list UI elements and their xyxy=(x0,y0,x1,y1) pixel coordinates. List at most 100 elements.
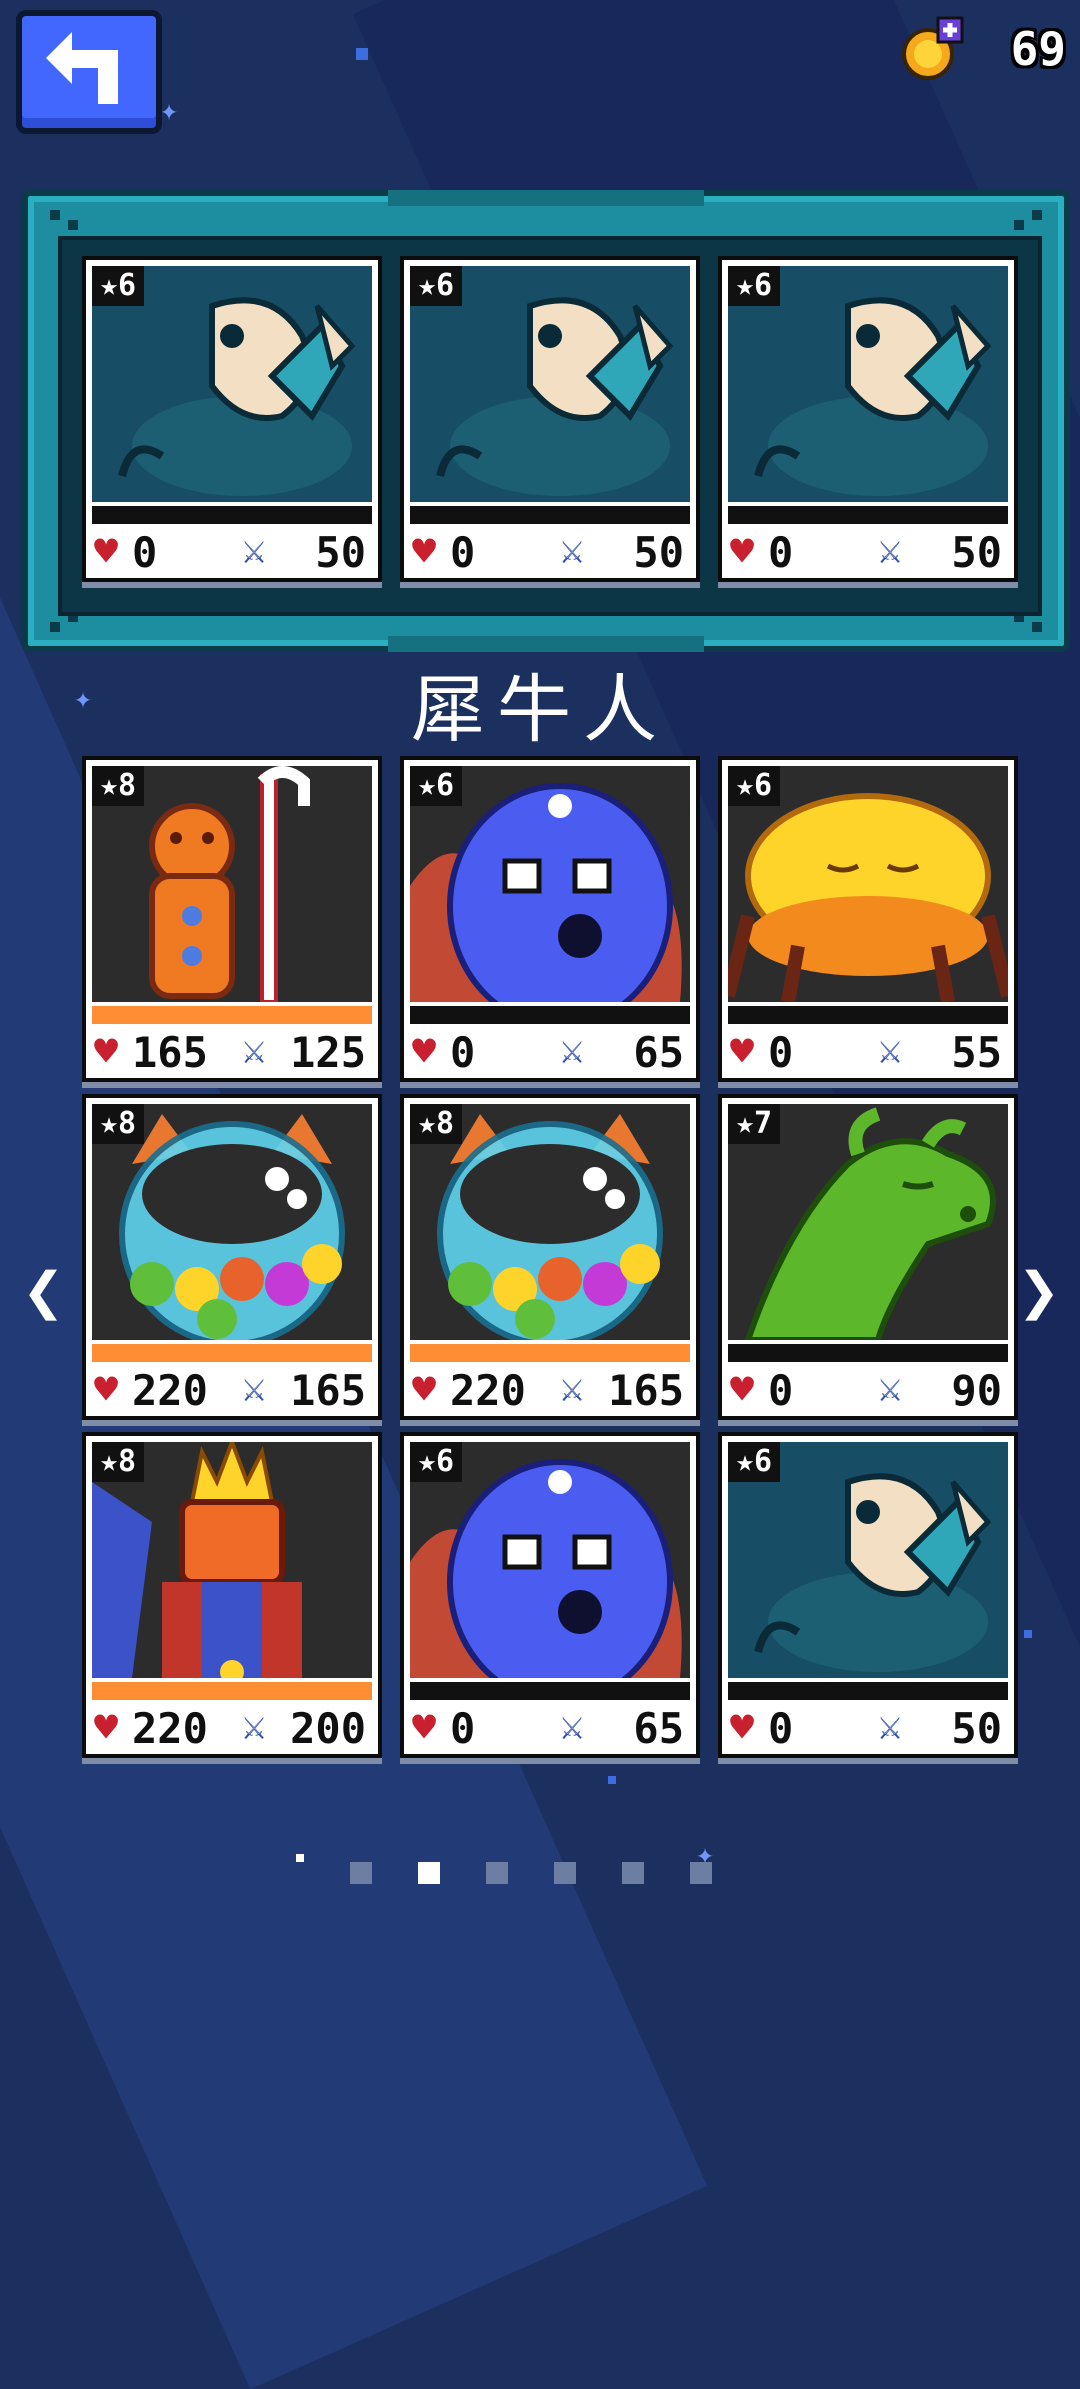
star-level-badge: ★6 xyxy=(728,1442,781,1482)
back-button[interactable] xyxy=(16,10,162,134)
coin-counter[interactable]: 69 xyxy=(900,8,1070,80)
sword-icon: ⚔ xyxy=(878,1027,903,1073)
collection-card[interactable]: ★7 ♥ 0 ⚔ 90 xyxy=(718,1094,1018,1420)
health-bar xyxy=(92,1344,372,1362)
card-stats: ♥ 0 ⚔ 65 xyxy=(410,1026,690,1077)
star-level-badge: ★6 xyxy=(728,266,781,306)
hp-value: 0 xyxy=(768,1366,794,1415)
hp-value: 0 xyxy=(132,528,158,577)
hp-value: 220 xyxy=(132,1366,208,1415)
attack-value: 65 xyxy=(633,1028,684,1077)
heart-icon: ♥ xyxy=(412,1029,437,1075)
health-bar xyxy=(728,1006,1008,1024)
star-level-badge: ★6 xyxy=(92,266,145,306)
health-bar xyxy=(410,1682,690,1700)
sparkle: ✦ xyxy=(160,93,179,128)
star-level-badge: ★7 xyxy=(728,1104,781,1144)
next-page-button[interactable]: ❯ xyxy=(1018,1250,1060,1332)
prev-page-button[interactable]: ❮ xyxy=(22,1250,64,1332)
card-stats: ♥ 165 ⚔ 125 xyxy=(92,1026,372,1077)
card-stats: ♥ 0 ⚔ 55 xyxy=(728,1026,1008,1077)
star-level-badge: ★8 xyxy=(92,1442,145,1482)
hp-value: 165 xyxy=(132,1028,208,1077)
hp-value: 0 xyxy=(768,1704,794,1753)
back-arrow-icon xyxy=(46,32,118,104)
card-stats: ♥ 220 ⚔ 165 xyxy=(92,1364,372,1415)
health-bar xyxy=(410,1006,690,1024)
star-level-badge: ★8 xyxy=(410,1104,463,1144)
heart-icon: ♥ xyxy=(94,1705,119,1751)
hp-value: 220 xyxy=(450,1366,526,1415)
team-card[interactable]: ★6 ♥ 0 ⚔ 50 xyxy=(82,256,382,582)
attack-value: 50 xyxy=(633,528,684,577)
collection-card[interactable]: ★6 ♥ 0 ⚔ 50 xyxy=(718,1432,1018,1758)
star-level-badge: ★6 xyxy=(728,766,781,806)
hp-value: 220 xyxy=(132,1704,208,1753)
page-dot[interactable] xyxy=(418,1862,440,1884)
card-stats: ♥ 0 ⚔ 50 xyxy=(728,526,1008,577)
attack-value: 165 xyxy=(290,1366,366,1415)
star-level-badge: ★6 xyxy=(410,266,463,306)
collection-card[interactable]: ★8 ♥ 165 ⚔ 125 xyxy=(82,756,382,1082)
heart-icon: ♥ xyxy=(412,1705,437,1751)
card-stats: ♥ 0 ⚔ 50 xyxy=(92,526,372,577)
sword-icon: ⚔ xyxy=(878,527,903,573)
heart-icon: ♥ xyxy=(94,529,119,575)
attack-value: 55 xyxy=(951,1028,1002,1077)
gold-coin-plus-icon xyxy=(902,16,964,80)
hp-value: 0 xyxy=(450,1704,476,1753)
page-dot[interactable] xyxy=(622,1862,644,1884)
sword-icon: ⚔ xyxy=(242,1703,267,1749)
page-dot[interactable] xyxy=(554,1862,576,1884)
page-title: 犀牛人 xyxy=(411,667,669,753)
health-bar xyxy=(92,1682,372,1700)
attack-value: 165 xyxy=(608,1366,684,1415)
card-stats: ♥ 0 ⚔ 90 xyxy=(728,1364,1008,1415)
star-level-badge: ★6 xyxy=(410,766,463,806)
card-stats: ♥ 0 ⚔ 50 xyxy=(410,526,690,577)
attack-value: 200 xyxy=(290,1704,366,1753)
sword-icon: ⚔ xyxy=(242,527,267,573)
collection-card[interactable]: ★6 ♥ 0 ⚔ 65 xyxy=(400,1432,700,1758)
attack-value: 125 xyxy=(290,1028,366,1077)
card-stats: ♥ 220 ⚔ 200 xyxy=(92,1702,372,1753)
page-dot[interactable] xyxy=(690,1862,712,1884)
team-card[interactable]: ★6 ♥ 0 ⚔ 50 xyxy=(400,256,700,582)
card-stats: ♥ 0 ⚔ 50 xyxy=(728,1702,1008,1753)
heart-icon: ♥ xyxy=(730,1705,755,1751)
collection-card[interactable]: ★8 ♥ 220 ⚔ 165 xyxy=(82,1094,382,1420)
sword-icon: ⚔ xyxy=(878,1703,903,1749)
collection-card[interactable]: ★8 ♥ 220 ⚔ 165 xyxy=(400,1094,700,1420)
page-dot[interactable] xyxy=(350,1862,372,1884)
page-dot[interactable] xyxy=(486,1862,508,1884)
attack-value: 50 xyxy=(951,528,1002,577)
collection-card[interactable]: ★6 ♥ 0 ⚔ 55 xyxy=(718,756,1018,1082)
heart-icon: ♥ xyxy=(730,529,755,575)
heart-icon: ♥ xyxy=(730,1367,755,1413)
sword-icon: ⚔ xyxy=(560,1027,585,1073)
heart-icon: ♥ xyxy=(412,1367,437,1413)
star-level-badge: ★8 xyxy=(92,766,145,806)
card-stats: ♥ 0 ⚔ 65 xyxy=(410,1702,690,1753)
health-bar xyxy=(728,1344,1008,1362)
health-bar xyxy=(92,506,372,524)
attack-value: 50 xyxy=(315,528,366,577)
collection-card[interactable]: ★8 ♥ 220 ⚔ 200 xyxy=(82,1432,382,1758)
page-indicator xyxy=(350,1862,730,1892)
card-stats: ♥ 220 ⚔ 165 xyxy=(410,1364,690,1415)
star-level-badge: ★6 xyxy=(410,1442,463,1482)
sword-icon: ⚔ xyxy=(878,1365,903,1411)
team-card[interactable]: ★6 ♥ 0 ⚔ 50 xyxy=(718,256,1018,582)
sword-icon: ⚔ xyxy=(242,1027,267,1073)
attack-value: 65 xyxy=(633,1704,684,1753)
collection-card[interactable]: ★6 ♥ 0 ⚔ 65 xyxy=(400,756,700,1082)
heart-icon: ♥ xyxy=(94,1367,119,1413)
hp-value: 0 xyxy=(768,1028,794,1077)
attack-value: 90 xyxy=(951,1366,1002,1415)
health-bar xyxy=(728,1682,1008,1700)
heart-icon: ♥ xyxy=(730,1029,755,1075)
health-bar xyxy=(410,506,690,524)
heart-icon: ♥ xyxy=(94,1029,119,1075)
hp-value: 0 xyxy=(450,1028,476,1077)
health-bar xyxy=(410,1344,690,1362)
